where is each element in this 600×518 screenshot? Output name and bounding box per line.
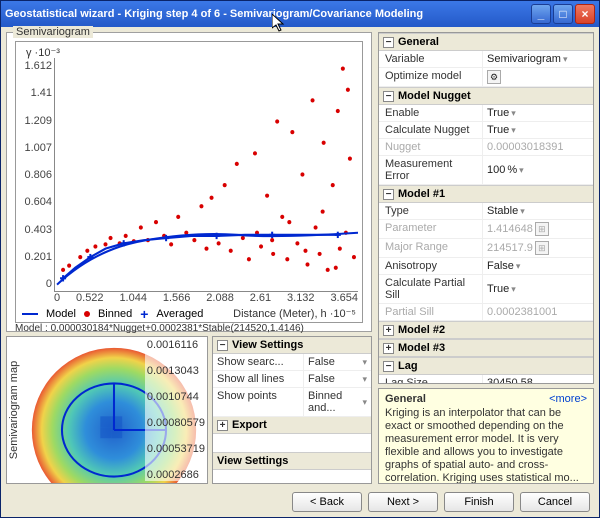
semivariogram-label: Semivariogram	[13, 26, 93, 38]
prop-calc-nugget[interactable]: Calculate NuggetTrue▾	[379, 122, 593, 139]
semivariogram-map-panel: Semivariogram map	[6, 336, 208, 484]
map-label: Semivariogram map	[8, 361, 20, 459]
section-general[interactable]: −General	[379, 33, 593, 51]
view-settings-panel: −View Settings Show searc...False▾ Show …	[212, 336, 372, 484]
semivariogram-panel: Semivariogram γ ·10⁻³ 1.6121.411.2091.00…	[6, 32, 372, 332]
prop-parameter[interactable]: Parameter1.414648⊞	[379, 220, 593, 239]
prop-variable[interactable]: VariableSemivariogram▾	[379, 51, 593, 68]
finish-button[interactable]: Finish	[444, 492, 514, 512]
chevron-down-icon: ▾	[563, 54, 568, 65]
wizard-buttons: < Back Next > Finish Cancel	[292, 492, 590, 512]
map-color-values: 0.00161160.00130430.00107440.000805790.0…	[145, 339, 207, 481]
collapse-icon[interactable]: −	[383, 189, 394, 200]
setting-row[interactable]: Show searc...False▾	[213, 354, 371, 371]
calculator-icon[interactable]: ⊞	[535, 222, 549, 236]
help-panel: General <more> Kriging is an interpolator…	[378, 388, 594, 484]
section-model2[interactable]: +Model #2	[379, 321, 593, 339]
property-grid: −General VariableSemivariogram▾ Optimize…	[378, 32, 594, 384]
collapse-icon[interactable]: −	[383, 361, 394, 372]
calculator-icon[interactable]: ⊞	[535, 241, 549, 255]
back-button[interactable]: < Back	[292, 492, 362, 512]
expand-icon[interactable]: +	[383, 343, 394, 354]
expand-icon[interactable]: +	[383, 325, 394, 336]
prop-enable[interactable]: EnableTrue▾	[379, 105, 593, 122]
prop-calc-psill[interactable]: Calculate Partial SillTrue▾	[379, 275, 593, 304]
model-equation: Model : 0.000030184*Nugget+0.0002381*Sta…	[15, 323, 304, 334]
expand-icon[interactable]: +	[217, 420, 228, 431]
title-bar: Geostatistical wizard - Kriging step 4 o…	[1, 1, 599, 27]
prop-type[interactable]: TypeStable▾	[379, 203, 593, 220]
next-button[interactable]: Next >	[368, 492, 438, 512]
prop-lag-size[interactable]: Lag Size30450.58	[379, 375, 593, 384]
collapse-icon[interactable]: −	[217, 340, 228, 351]
help-body: Kriging is an interpolator that can be e…	[385, 407, 587, 484]
chevron-down-icon[interactable]: ▾	[362, 357, 367, 368]
cancel-button[interactable]: Cancel	[520, 492, 590, 512]
collapse-icon[interactable]: −	[383, 37, 394, 48]
prop-meas-error[interactable]: Measurement Error100%▾	[379, 156, 593, 185]
collapse-icon[interactable]: −	[383, 91, 394, 102]
chart-legend: Model Binned +Averaged	[22, 308, 203, 320]
export-title: Export	[232, 419, 267, 431]
x-axis: 00.5221.0441.5662.0882.613.1323.654	[54, 292, 358, 306]
window-title: Geostatistical wizard - Kriging step 4 o…	[5, 8, 423, 20]
close-button[interactable]: ×	[575, 4, 595, 24]
prop-anisotropy[interactable]: AnisotropyFalse▾	[379, 258, 593, 275]
semivariogram-plot[interactable]	[54, 58, 358, 292]
setting-row[interactable]: Show pointsBinned and...▾	[213, 388, 371, 417]
semivariogram-map[interactable]: 0.00161160.00130430.00107440.000805790.0…	[21, 337, 207, 483]
optimize-button[interactable]: ⚙	[487, 70, 501, 84]
maximize-button[interactable]: □	[553, 4, 573, 24]
minimize-button[interactable]: _	[531, 4, 551, 24]
section-nugget[interactable]: −Model Nugget	[379, 87, 593, 105]
setting-row[interactable]: Show all linesFalse▾	[213, 371, 371, 388]
prop-optimize[interactable]: Optimize model⚙	[379, 68, 593, 87]
chevron-down-icon[interactable]: ▾	[362, 397, 367, 408]
help-title: General	[385, 393, 426, 405]
view-settings-footer: View Settings	[217, 455, 288, 467]
view-settings-title: View Settings	[232, 339, 303, 351]
chevron-down-icon[interactable]: ▾	[362, 374, 367, 385]
prop-major-range[interactable]: Major Range214517.9⊞	[379, 239, 593, 258]
section-model3[interactable]: +Model #3	[379, 339, 593, 357]
section-lag[interactable]: −Lag	[379, 357, 593, 375]
x-axis-title: Distance (Meter), h ·10⁻⁵	[233, 307, 356, 320]
y-axis: 1.6121.411.2091.0070.8060.6040.4030.2010	[16, 58, 54, 292]
help-more-link[interactable]: <more>	[549, 393, 587, 405]
prop-psill: Partial Sill0.0002381001	[379, 304, 593, 321]
section-model1[interactable]: −Model #1	[379, 185, 593, 203]
prop-nugget: Nugget0.00003018391	[379, 139, 593, 156]
